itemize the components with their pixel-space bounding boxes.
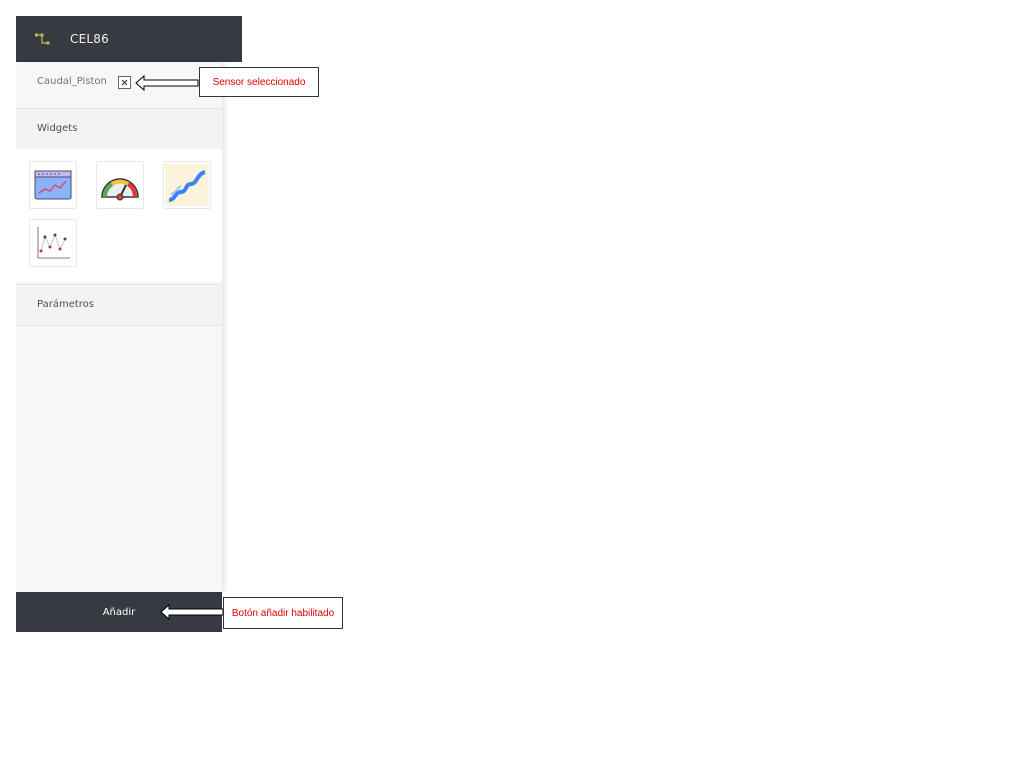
add-button-annotation: Botón añadir habilitado <box>223 597 343 629</box>
scatter-chart-icon <box>37 227 70 259</box>
line-chart-widget[interactable] <box>29 161 77 209</box>
panel-header: CEL86 <box>16 16 242 62</box>
close-icon <box>121 79 128 86</box>
widgets-section-header[interactable]: Widgets <box>16 108 222 150</box>
sensor-callout-arrow <box>135 74 199 92</box>
gauge-widget[interactable] <box>96 161 144 209</box>
area-wave-widget[interactable] <box>163 161 211 209</box>
scatter-plot-widget[interactable] <box>29 219 77 267</box>
gauge-icon <box>101 178 139 201</box>
sensor-network-icon <box>35 33 50 45</box>
selected-sensor-label: Caudal_Piston <box>37 76 107 87</box>
widgets-section-title: Widgets <box>37 123 78 134</box>
device-title: CEL86 <box>70 32 109 46</box>
parameters-section-title: Parámetros <box>37 299 94 310</box>
wave-chart-icon <box>165 164 209 206</box>
add-button-callout-arrow <box>160 603 224 621</box>
line-chart-icon <box>34 170 72 200</box>
sensor-annotation: Sensor seleccionado <box>199 67 319 97</box>
widgets-grid <box>16 149 222 282</box>
clear-sensor-button[interactable] <box>118 76 131 89</box>
parameters-section-header[interactable]: Parámetros <box>16 284 222 326</box>
